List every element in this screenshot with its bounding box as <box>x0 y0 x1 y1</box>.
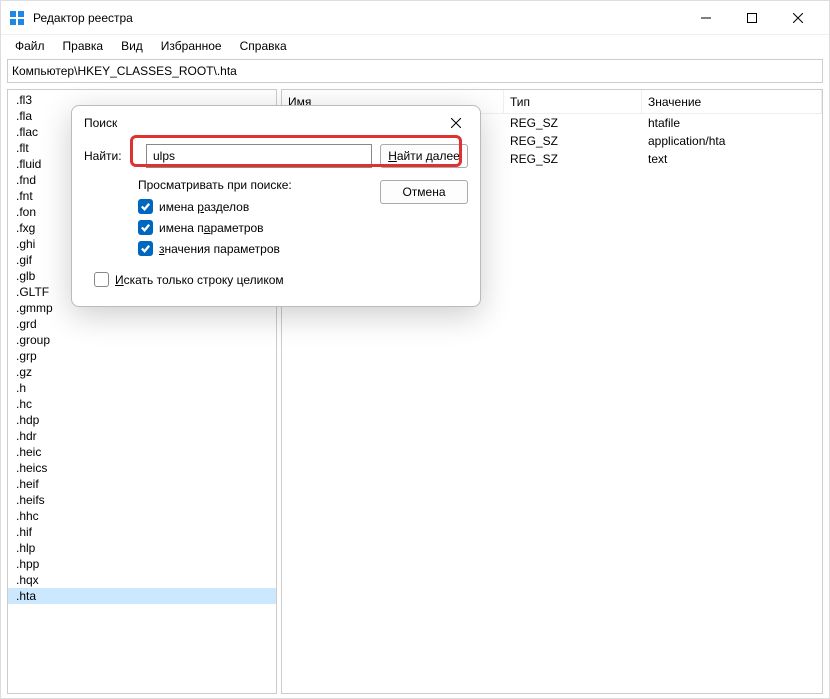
menu-help[interactable]: Справка <box>232 37 295 55</box>
checkbox-unchecked-icon <box>94 272 109 287</box>
cancel-button[interactable]: Отмена <box>380 180 468 204</box>
tree-item[interactable]: .hlp <box>8 540 276 556</box>
tree-item[interactable]: .gz <box>8 364 276 380</box>
find-input[interactable] <box>146 144 372 168</box>
tree-item[interactable]: .hc <box>8 396 276 412</box>
column-type[interactable]: Тип <box>504 90 642 113</box>
tree-item[interactable]: .hdr <box>8 428 276 444</box>
check-data[interactable]: значения параметров <box>138 238 468 259</box>
tree-item[interactable]: .hqx <box>8 572 276 588</box>
close-button[interactable] <box>775 1 821 35</box>
menu-edit[interactable]: Правка <box>55 37 112 55</box>
minimize-button[interactable] <box>683 1 729 35</box>
tree-item[interactable]: .hta <box>8 588 276 604</box>
tree-item[interactable]: .hif <box>8 524 276 540</box>
tree-item[interactable]: .grp <box>8 348 276 364</box>
column-value[interactable]: Значение <box>642 90 822 113</box>
menubar: Файл Правка Вид Избранное Справка <box>1 35 829 57</box>
regedit-icon <box>9 10 25 26</box>
dialog-close-button[interactable] <box>444 111 468 135</box>
address-text: Компьютер\HKEY_CLASSES_ROOT\.hta <box>12 64 237 78</box>
tree-item[interactable]: .hdp <box>8 412 276 428</box>
tree-item[interactable]: .heics <box>8 460 276 476</box>
checkbox-checked-icon <box>138 199 153 214</box>
maximize-button[interactable] <box>729 1 775 35</box>
find-next-button[interactable]: Найти далее <box>380 144 468 168</box>
tree-item[interactable]: .group <box>8 332 276 348</box>
tree-item[interactable]: .grd <box>8 316 276 332</box>
dialog-titlebar[interactable]: Поиск <box>72 106 480 140</box>
address-bar[interactable]: Компьютер\HKEY_CLASSES_ROOT\.hta <box>7 59 823 83</box>
menu-favorites[interactable]: Избранное <box>153 37 230 55</box>
dialog-title-text: Поиск <box>84 116 444 130</box>
menu-file[interactable]: Файл <box>7 37 53 55</box>
tree-item[interactable]: .heif <box>8 476 276 492</box>
find-dialog: Поиск Найти: Найти далее Отмена Просматр… <box>71 105 481 307</box>
titlebar: Редактор реестра <box>1 1 829 35</box>
check-whole-string[interactable]: Искать только строку целиком <box>84 269 468 290</box>
tree-item[interactable]: .hpp <box>8 556 276 572</box>
check-values[interactable]: имена параметров <box>138 217 468 238</box>
checkbox-checked-icon <box>138 241 153 256</box>
menu-view[interactable]: Вид <box>113 37 151 55</box>
tree-item[interactable]: .heic <box>8 444 276 460</box>
window-title: Редактор реестра <box>33 11 683 25</box>
find-label: Найти: <box>84 149 138 163</box>
checkbox-checked-icon <box>138 220 153 235</box>
tree-item[interactable]: .heifs <box>8 492 276 508</box>
tree-item[interactable]: .h <box>8 380 276 396</box>
tree-item[interactable]: .hhc <box>8 508 276 524</box>
